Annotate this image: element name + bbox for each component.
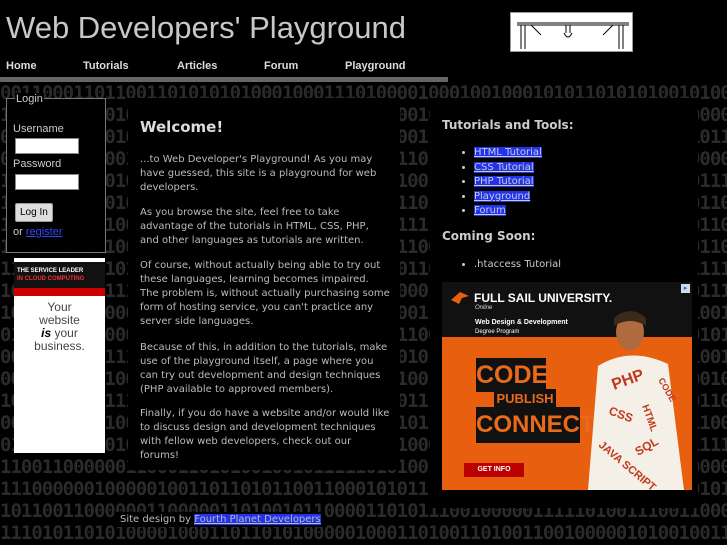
username-field[interactable]: [15, 138, 79, 154]
coming-soon-list: .htaccess Tutorial: [442, 258, 561, 273]
or-text: or: [13, 226, 23, 238]
site-footer: Site design by Fourth Planet Developers: [116, 512, 325, 527]
nav-articles[interactable]: Articles: [171, 60, 260, 82]
left-ad-red-stripe: [14, 288, 105, 296]
nav-home[interactable]: Home: [0, 60, 79, 82]
coming-soon-heading: Coming Soon:: [442, 229, 536, 243]
list-item: .htaccess Tutorial: [474, 258, 561, 273]
list-item: Forum: [474, 204, 542, 219]
list-item: Playground: [474, 190, 542, 205]
right-advertisement[interactable]: FULL SAIL UNIVERSITY. Online Web Design …: [442, 282, 692, 490]
main-content: Welcome! ...to Web Developer's Playgroun…: [128, 98, 400, 470]
nav-forum[interactable]: Forum: [258, 60, 342, 82]
left-ad-line-4: business.: [34, 339, 85, 353]
username-label: Username: [13, 123, 64, 135]
tool-link-css[interactable]: CSS Tutorial: [474, 161, 534, 173]
password-label: Password: [13, 158, 62, 170]
intro-paragraph-3: Of course, without actually being able t…: [140, 260, 390, 327]
footer-designer-link[interactable]: Fourth Planet Developers: [194, 514, 321, 525]
left-ad-headline-2: IN CLOUD COMPUTING: [17, 276, 85, 282]
get-info-button[interactable]: GET INFO: [464, 463, 524, 477]
left-ad-banner: THE SERVICE LEADER IN CLOUD COMPUTING: [14, 262, 105, 288]
full-sail-logo-icon: [451, 292, 469, 304]
list-item: HTML Tutorial: [474, 146, 542, 161]
login-box: Login Username Password Log In or regist…: [6, 93, 106, 253]
tools-heading: Tutorials and Tools:: [442, 118, 574, 132]
tool-link-html[interactable]: HTML Tutorial: [474, 147, 542, 158]
list-item: CSS Tutorial: [474, 161, 542, 176]
password-field[interactable]: [15, 174, 79, 190]
intro-paragraph-2: As you browse the site, feel free to tak…: [140, 207, 369, 246]
intro-paragraph-1: ...to Web Developer's Playground! As you…: [140, 154, 377, 193]
tools-list: HTML Tutorial CSS Tutorial PHP Tutorial …: [442, 146, 542, 219]
right-ad-program-title: Web Design & Development: [475, 319, 568, 326]
nav-playground[interactable]: Playground: [339, 60, 448, 82]
right-ad-brand: FULL SAIL UNIVERSITY.: [474, 291, 613, 305]
site-logo[interactable]: [510, 12, 633, 52]
left-ad-line-3-em: is: [41, 326, 52, 340]
left-advertisement[interactable]: THE SERVICE LEADER IN CLOUD COMPUTING Yo…: [14, 258, 105, 453]
register-link[interactable]: register: [26, 226, 63, 238]
welcome-heading: Welcome!: [140, 118, 224, 136]
tool-link-php[interactable]: PHP Tutorial: [474, 176, 534, 187]
right-ad-person-image: PHP CSS HTML JAVA SCRIPT SQL CODE: [588, 311, 684, 490]
right-ad-word-connect: CONNECT: [476, 407, 595, 443]
login-legend: Login: [15, 93, 44, 105]
left-ad-headline-1: THE SERVICE LEADER: [17, 268, 84, 274]
site-title[interactable]: Web Developers' Playground: [6, 10, 406, 46]
left-ad-text: Your website is your business.: [14, 301, 105, 353]
list-item: PHP Tutorial: [474, 175, 542, 190]
footer-text: Site design by: [120, 514, 191, 525]
ad-choices-icon[interactable]: ▸: [681, 284, 690, 293]
right-ad-online: Online: [475, 305, 493, 311]
intro-paragraph-4: Because of this, in addition to the tuto…: [140, 342, 388, 395]
nav-tutorials[interactable]: Tutorials: [77, 60, 174, 82]
left-ad-line-3-rest: your: [54, 326, 78, 340]
tool-link-forum[interactable]: Forum: [474, 205, 506, 216]
login-button[interactable]: Log In: [15, 203, 53, 222]
site-header: Web Developers' Playground Home Tutorial…: [0, 0, 727, 82]
intro-paragraph-5: Finally, if you do have a website and/or…: [140, 408, 390, 461]
right-ad-program-sub: Degree Program: [475, 329, 520, 335]
right-ad-word-publish: PUBLISH: [494, 389, 556, 409]
right-ad-program: Web Design & Development Degree Program: [475, 318, 568, 337]
right-ad-word-code: CODE: [476, 358, 548, 392]
tool-link-playground[interactable]: Playground: [474, 190, 531, 202]
register-line: or register: [13, 226, 63, 238]
